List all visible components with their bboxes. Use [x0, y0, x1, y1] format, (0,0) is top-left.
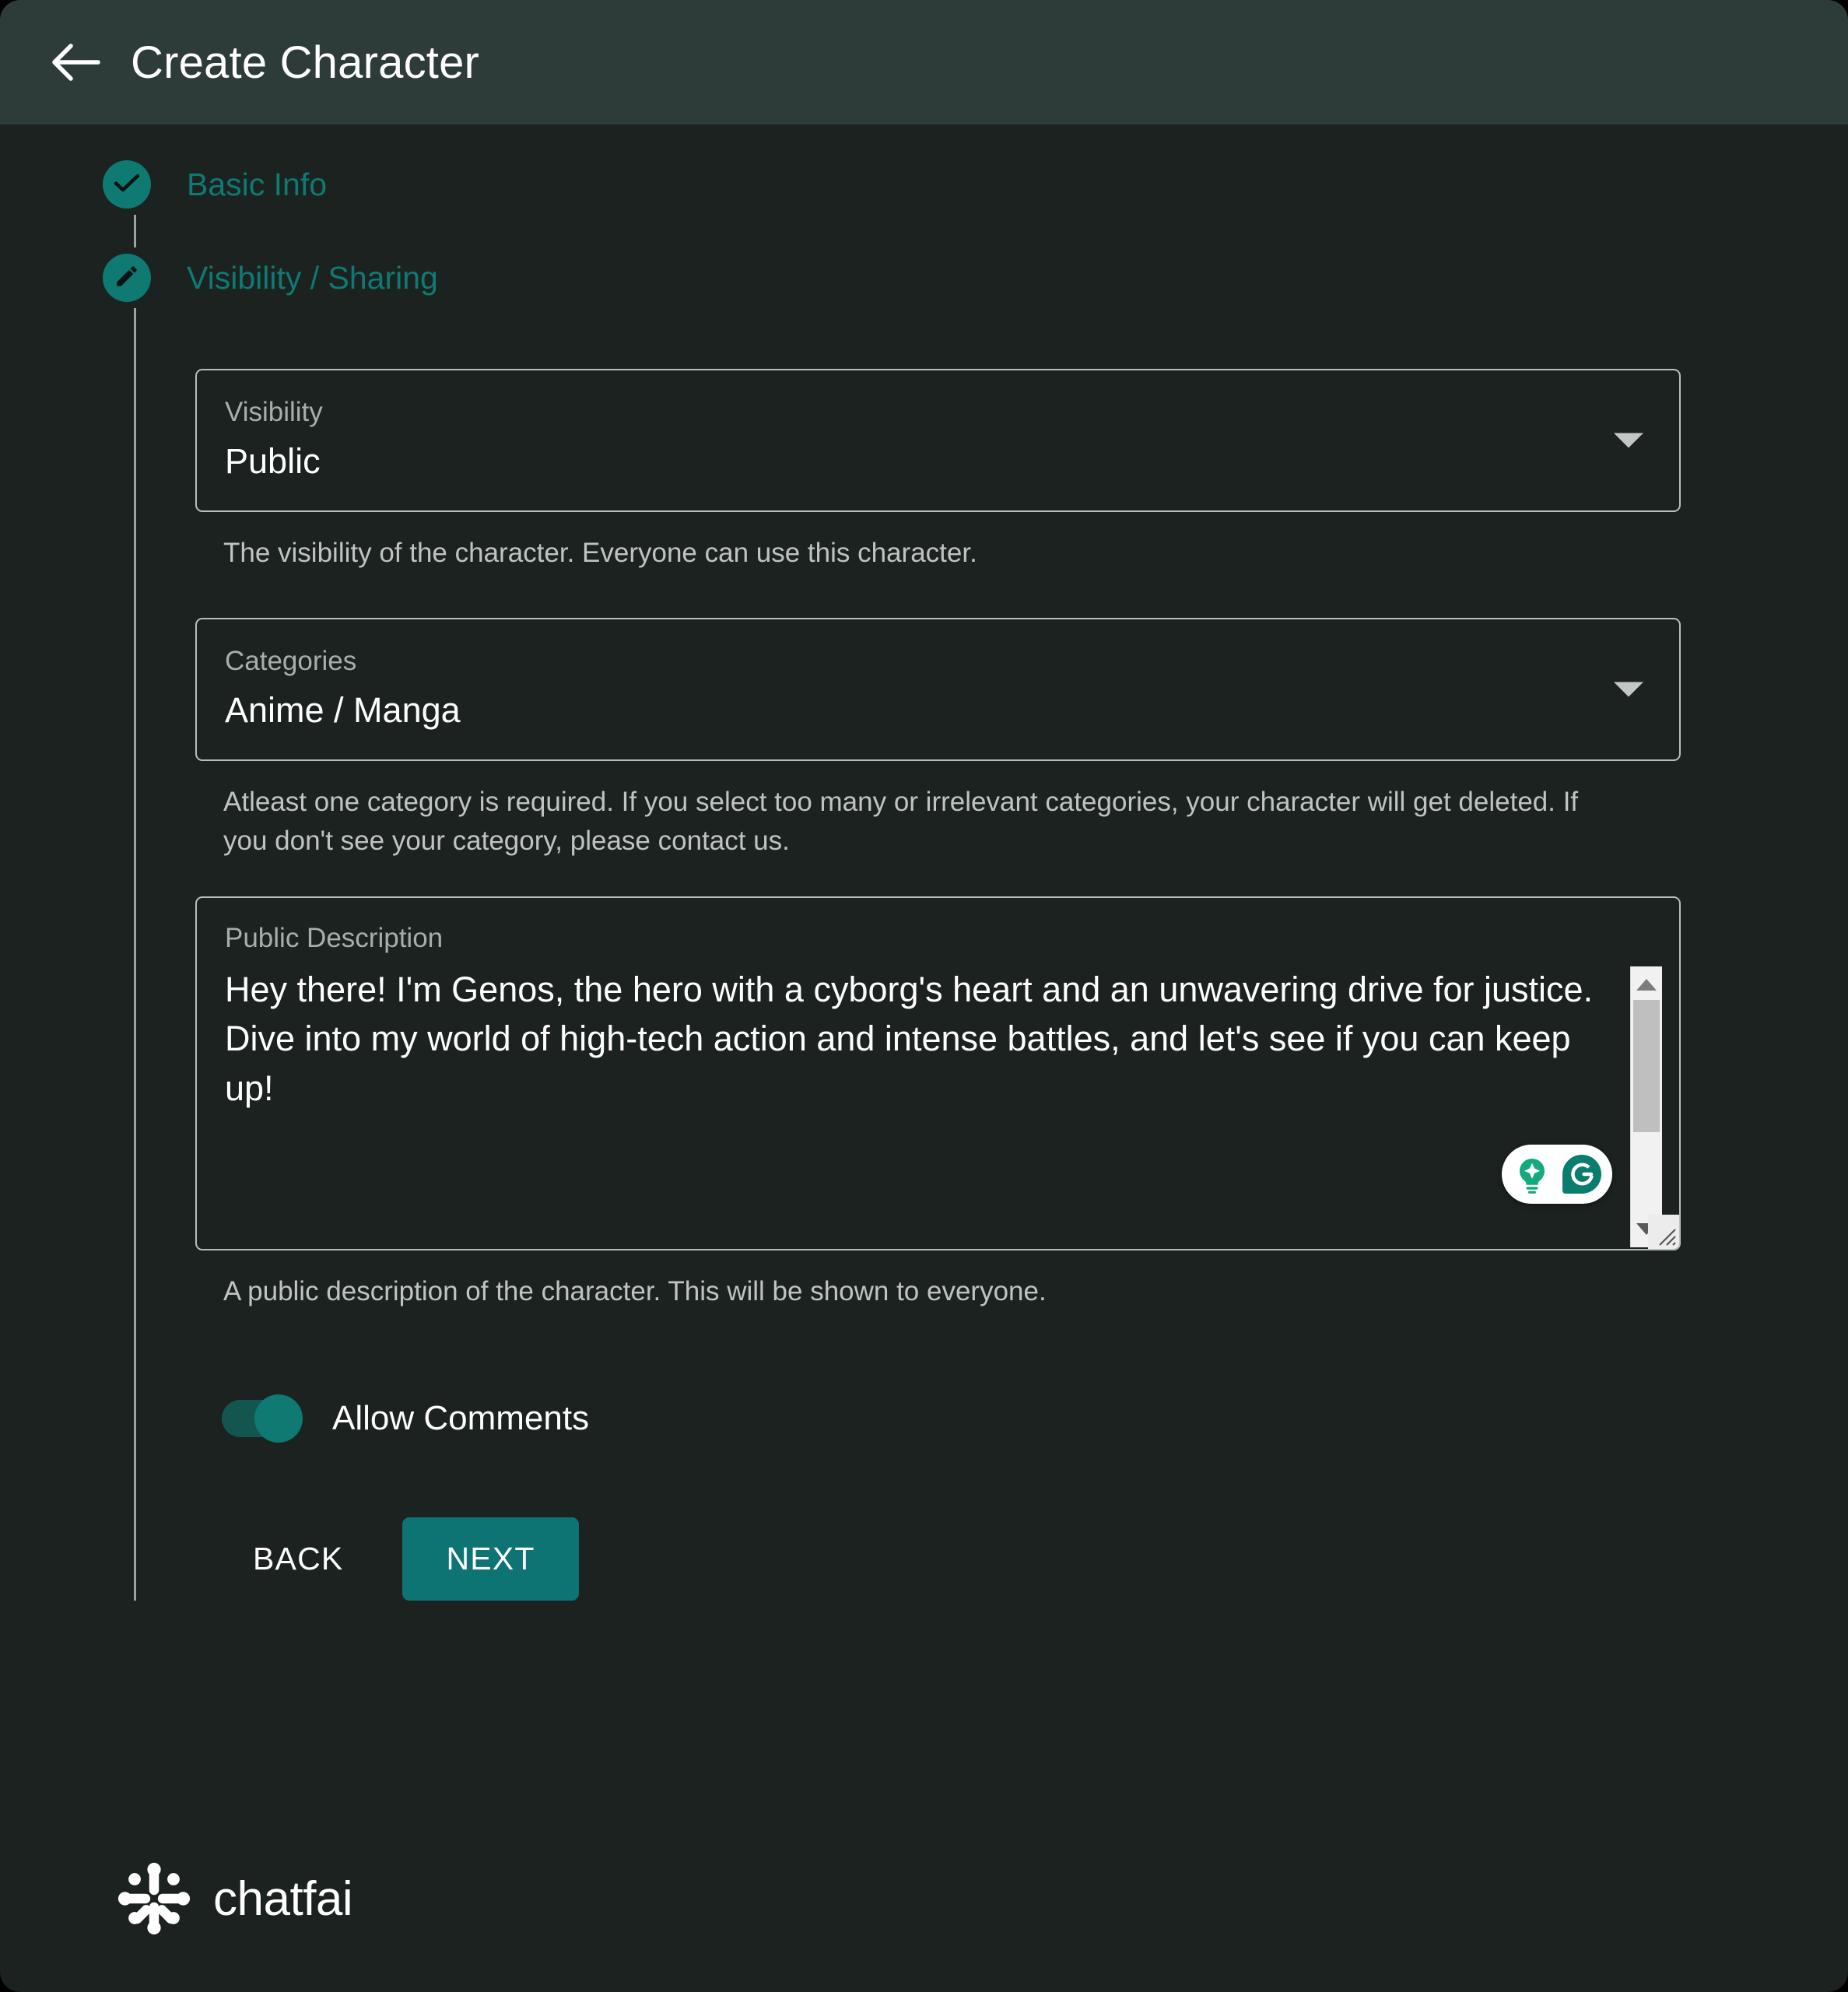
public-description-helper-text: A public description of the character. T…	[223, 1275, 1047, 1306]
back-button-action[interactable]: BACK	[222, 1520, 374, 1597]
categories-select[interactable]: Categories Anime / Manga	[195, 617, 1681, 762]
back-button[interactable]	[48, 35, 103, 89]
public-description-label: Public Description	[225, 922, 444, 953]
stepper-connector-1	[134, 215, 136, 247]
form-actions: BACK NEXT	[195, 1517, 1681, 1601]
toggle-knob	[254, 1394, 303, 1443]
stepper-step-basic-info[interactable]: Basic Info	[0, 154, 1848, 215]
step-status-circle-completed	[103, 160, 151, 209]
brand-wordmark: chatfai	[213, 1871, 353, 1926]
allow-comments-label: Allow Comments	[332, 1399, 590, 1438]
scroll-up-arrow-icon[interactable]	[1636, 978, 1657, 991]
allow-comments-row: Allow Comments	[195, 1394, 1681, 1443]
stepper-label-visibility-sharing: Visibility / Sharing	[187, 259, 438, 296]
stepper: Basic Info Visibility / Sharing	[0, 124, 1848, 308]
scrollbar-track[interactable]	[1631, 991, 1662, 1223]
public-description-value[interactable]: Hey there! I'm Genos, the hero with a cy…	[225, 965, 1679, 1114]
grammarly-assistant-badge[interactable]	[1502, 1144, 1612, 1204]
chatfai-logo-icon	[117, 1861, 191, 1936]
check-icon	[114, 173, 140, 197]
public-description-scrollbar[interactable]	[1630, 966, 1662, 1247]
allow-comments-toggle[interactable]	[222, 1394, 303, 1443]
stepper-label-basic-info: Basic Info	[187, 166, 328, 202]
textarea-resize-handle[interactable]	[1648, 1214, 1679, 1249]
visibility-select-label: Visibility	[225, 397, 323, 427]
visibility-helper-text: The visibility of the character. Everyon…	[223, 538, 977, 569]
grammarly-g-icon[interactable]	[1559, 1152, 1604, 1197]
chevron-down-icon[interactable]	[1614, 682, 1643, 697]
lightbulb-icon[interactable]	[1510, 1152, 1555, 1197]
categories-select-label: Categories	[225, 645, 357, 676]
page-title: Create Character	[131, 37, 480, 88]
categories-select-value: Anime / Manga	[225, 689, 461, 730]
step-content-wrap: Visibility Public The visibility of the …	[0, 308, 1848, 1601]
public-description-textarea[interactable]: Public Description Hey there! I'm Genos,…	[195, 896, 1681, 1250]
visibility-select[interactable]: Visibility Public	[195, 369, 1681, 513]
next-button-action[interactable]: NEXT	[402, 1517, 579, 1601]
footer-brand: chatfai	[117, 1861, 353, 1936]
step-status-circle-active	[103, 254, 151, 302]
chevron-down-icon[interactable]	[1614, 433, 1643, 448]
visibility-sharing-form: Visibility Public The visibility of the …	[136, 308, 1716, 1601]
app-header: Create Character	[0, 0, 1848, 124]
visibility-select-value: Public	[225, 440, 321, 481]
arrow-left-icon	[50, 41, 101, 83]
scrollbar-thumb[interactable]	[1633, 999, 1660, 1132]
stepper-step-visibility-sharing[interactable]: Visibility / Sharing	[0, 247, 1848, 308]
pencil-icon	[114, 263, 140, 293]
create-character-screen: Create Character Basic Info Visibility /…	[0, 0, 1848, 1992]
categories-helper-text: Atleast one category is required. If you…	[223, 787, 1579, 856]
